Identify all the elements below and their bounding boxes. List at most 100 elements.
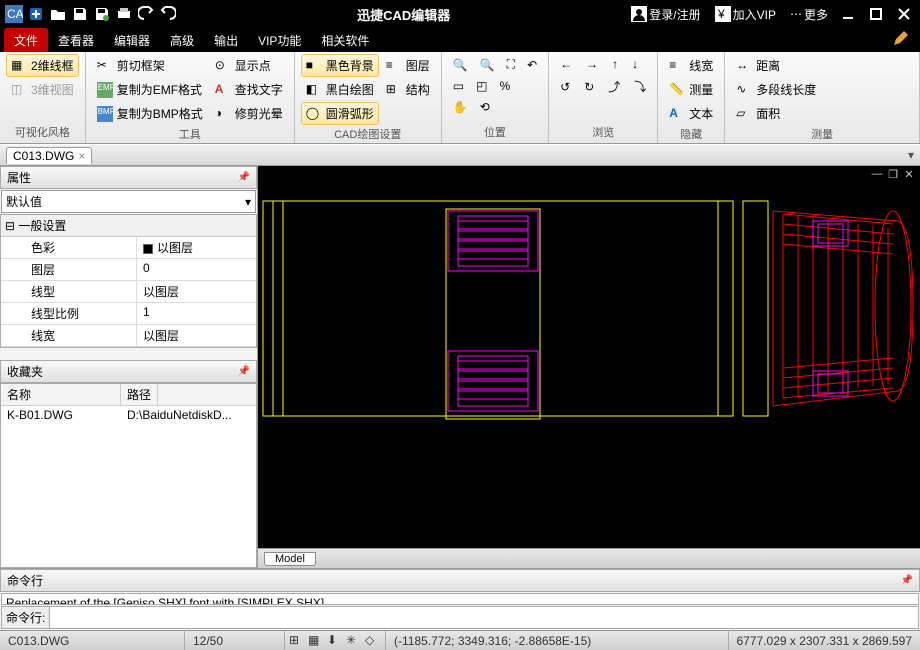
menu-file[interactable]: 文件 xyxy=(4,28,48,53)
find-text-button[interactable]: A查找文字 xyxy=(210,78,288,101)
ribbon-group-position: 🔍 🔍 ⛶ ↶ ▭ ◰ % ✋ ⟲ 位置 xyxy=(442,52,549,143)
menu-advanced[interactable]: 高级 xyxy=(160,28,204,53)
copy-bmp-button[interactable]: BMP复制为BMP格式 xyxy=(92,102,208,125)
pan-icon[interactable]: ✋ xyxy=(448,97,473,117)
col-path[interactable]: 路径 xyxy=(121,384,158,405)
polar-icon[interactable]: ✳ xyxy=(346,633,362,649)
close-icon[interactable] xyxy=(894,4,914,24)
properties-selector[interactable]: 默认值▾ xyxy=(1,190,256,213)
status-dims: 6777.029 x 2307.331 x 2869.597 xyxy=(729,631,920,650)
layers-button[interactable]: ≡图层 xyxy=(381,54,435,77)
svg-text:CAD: CAD xyxy=(7,7,23,21)
ribbon-group-cadsettings: ■黑色背景 ◧黑白绘图 ◯圆滑弧形 ≡图层 ⊞结构 CAD绘图设置 xyxy=(295,52,442,143)
linewidth-button[interactable]: ≡线宽 xyxy=(664,54,718,77)
menu-vip[interactable]: VIP功能 xyxy=(248,28,311,53)
zoom-prev-icon[interactable]: ↶ xyxy=(522,54,542,75)
area-button[interactable]: ▱面积 xyxy=(731,102,821,125)
pin-icon[interactable]: 📌 xyxy=(901,575,913,586)
ribbon-group-hide: ≡线宽 📏测量 A文本 隐藏 xyxy=(658,52,725,143)
status-tool-icons: ⊞ ▦ ⬇ ✳ ◇ xyxy=(285,631,386,650)
pin-icon[interactable]: 📌 xyxy=(238,172,250,183)
zoom-extent-icon[interactable]: ◰ xyxy=(471,76,492,96)
save-icon[interactable] xyxy=(70,4,90,24)
zoom-window-icon[interactable]: ▭ xyxy=(448,76,469,96)
bw-draw-button[interactable]: ◧黑白绘图 xyxy=(301,78,379,101)
zoom-fit-icon[interactable]: ⛶ xyxy=(502,54,520,75)
new-icon[interactable] xyxy=(26,4,46,24)
tabstrip-dropdown-icon[interactable]: ▾ xyxy=(908,148,914,162)
measure-button[interactable]: 📏测量 xyxy=(664,78,718,101)
document-tab[interactable]: C013.DWG × xyxy=(6,147,92,164)
redo-icon[interactable] xyxy=(158,4,178,24)
black-bg-button[interactable]: ■黑色背景 xyxy=(301,54,379,77)
command-header: 命令行📌 xyxy=(0,569,920,592)
pencil-icon[interactable] xyxy=(892,31,910,49)
zoom-out-icon[interactable]: 🔍 xyxy=(475,54,500,75)
grid-icon[interactable]: ▦ xyxy=(308,633,324,649)
distance-button[interactable]: ↔距离 xyxy=(731,54,821,77)
menubar: 文件 查看器 编辑器 高级 输出 VIP功能 相关软件 xyxy=(0,28,920,52)
nav-down-icon[interactable]: ↓ xyxy=(627,54,643,74)
vip-button[interactable]: ¥加入VIP xyxy=(711,4,780,25)
more-button[interactable]: ⋯更多 xyxy=(786,4,832,25)
ribbon-group-label: 浏览 xyxy=(555,123,651,141)
prop-row[interactable]: 线型以图层 xyxy=(1,281,256,303)
snap-icon[interactable]: ⊞ xyxy=(289,633,305,649)
main-area: 属性📌 默认值▾ ⊟ 一般设置 色彩以图层 图层0 线型以图层 线型比例1 线宽… xyxy=(0,166,920,568)
orbit-icon[interactable]: ⟲ xyxy=(475,97,495,117)
col-name[interactable]: 名称 xyxy=(1,384,121,405)
menu-viewer[interactable]: 查看器 xyxy=(48,28,104,53)
svg-text:¥: ¥ xyxy=(717,7,725,21)
command-input[interactable] xyxy=(50,609,918,627)
prop-group[interactable]: ⊟ 一般设置 xyxy=(1,215,256,237)
nav-right-icon[interactable]: → xyxy=(581,54,603,74)
polyline-len-button[interactable]: ∿多段线长度 xyxy=(731,78,821,101)
trim-halo-button[interactable]: ◑修剪光晕 xyxy=(210,102,288,125)
undo-icon[interactable] xyxy=(136,4,156,24)
rot-up-icon[interactable]: ⤴ xyxy=(603,75,625,98)
favorites-header: 收藏夹📌 xyxy=(0,360,257,383)
rot-down-icon[interactable]: ⤵ xyxy=(629,75,651,98)
menu-editor[interactable]: 编辑器 xyxy=(104,28,160,53)
favorites-row[interactable]: K-B01.DWG D:\BaiduNetdiskD... xyxy=(1,406,256,424)
zoom-in-icon[interactable]: 🔍 xyxy=(448,54,473,75)
open-icon[interactable] xyxy=(48,4,68,24)
structure-button[interactable]: ⊞结构 xyxy=(381,78,435,101)
drawing-canvas[interactable]: — ❐ ✕ xyxy=(258,166,920,548)
menu-related[interactable]: 相关软件 xyxy=(311,28,379,53)
prop-row[interactable]: 图层0 xyxy=(1,259,256,281)
ribbon-group-browse: ← → ↑ ↓ ↺ ↻ ⤴ ⤵ 浏览 xyxy=(549,52,658,143)
prop-row[interactable]: 线宽以图层 xyxy=(1,325,256,347)
view-3d-button[interactable]: ◫3维视图 xyxy=(6,78,79,101)
favorites-list: 名称 路径 K-B01.DWG D:\BaiduNetdiskD... xyxy=(0,383,257,568)
properties-grid: ⊟ 一般设置 色彩以图层 图层0 线型以图层 线型比例1 线宽以图层 xyxy=(0,214,257,348)
copy-emf-button[interactable]: EMF复制为EMF格式 xyxy=(92,78,208,101)
login-button[interactable]: 登录/注册 xyxy=(627,4,704,25)
saveas-icon[interactable] xyxy=(92,4,112,24)
print-icon[interactable] xyxy=(114,4,134,24)
pin-icon[interactable]: 📌 xyxy=(238,366,250,377)
prop-row[interactable]: 线型比例1 xyxy=(1,303,256,325)
text-button[interactable]: A文本 xyxy=(664,102,718,125)
command-panel: 命令行📌 Replacement of the [Geniso.SHX] fon… xyxy=(0,568,920,630)
tab-close-icon[interactable]: × xyxy=(78,149,85,163)
model-tab[interactable]: Model xyxy=(264,552,316,566)
rot-left-icon[interactable]: ↺ xyxy=(555,75,575,98)
ribbon-group-visual: ▦2维线框 ◫3维视图 可视化风格 xyxy=(0,52,86,143)
clip-frame-button[interactable]: ✂剪切框架 xyxy=(92,54,208,77)
wireframe-2d-button[interactable]: ▦2维线框 xyxy=(6,54,79,77)
zoom-scale-icon[interactable]: % xyxy=(494,76,515,96)
nav-left-icon[interactable]: ← xyxy=(555,54,577,74)
rot-right-icon[interactable]: ↻ xyxy=(579,75,599,98)
minimize-icon[interactable] xyxy=(838,4,858,24)
ribbon-group-label: CAD绘图设置 xyxy=(301,125,435,143)
maximize-icon[interactable] xyxy=(866,4,886,24)
nav-up-icon[interactable]: ↑ xyxy=(607,54,623,74)
osnap-icon[interactable]: ◇ xyxy=(365,633,381,649)
show-points-button[interactable]: ⊙显示点 xyxy=(210,54,288,77)
ortho-icon[interactable]: ⬇ xyxy=(327,633,343,649)
prop-row[interactable]: 色彩以图层 xyxy=(1,237,256,259)
smooth-arc-button[interactable]: ◯圆滑弧形 xyxy=(301,102,379,125)
app-icon: CAD xyxy=(4,4,24,24)
menu-output[interactable]: 输出 xyxy=(204,28,248,53)
